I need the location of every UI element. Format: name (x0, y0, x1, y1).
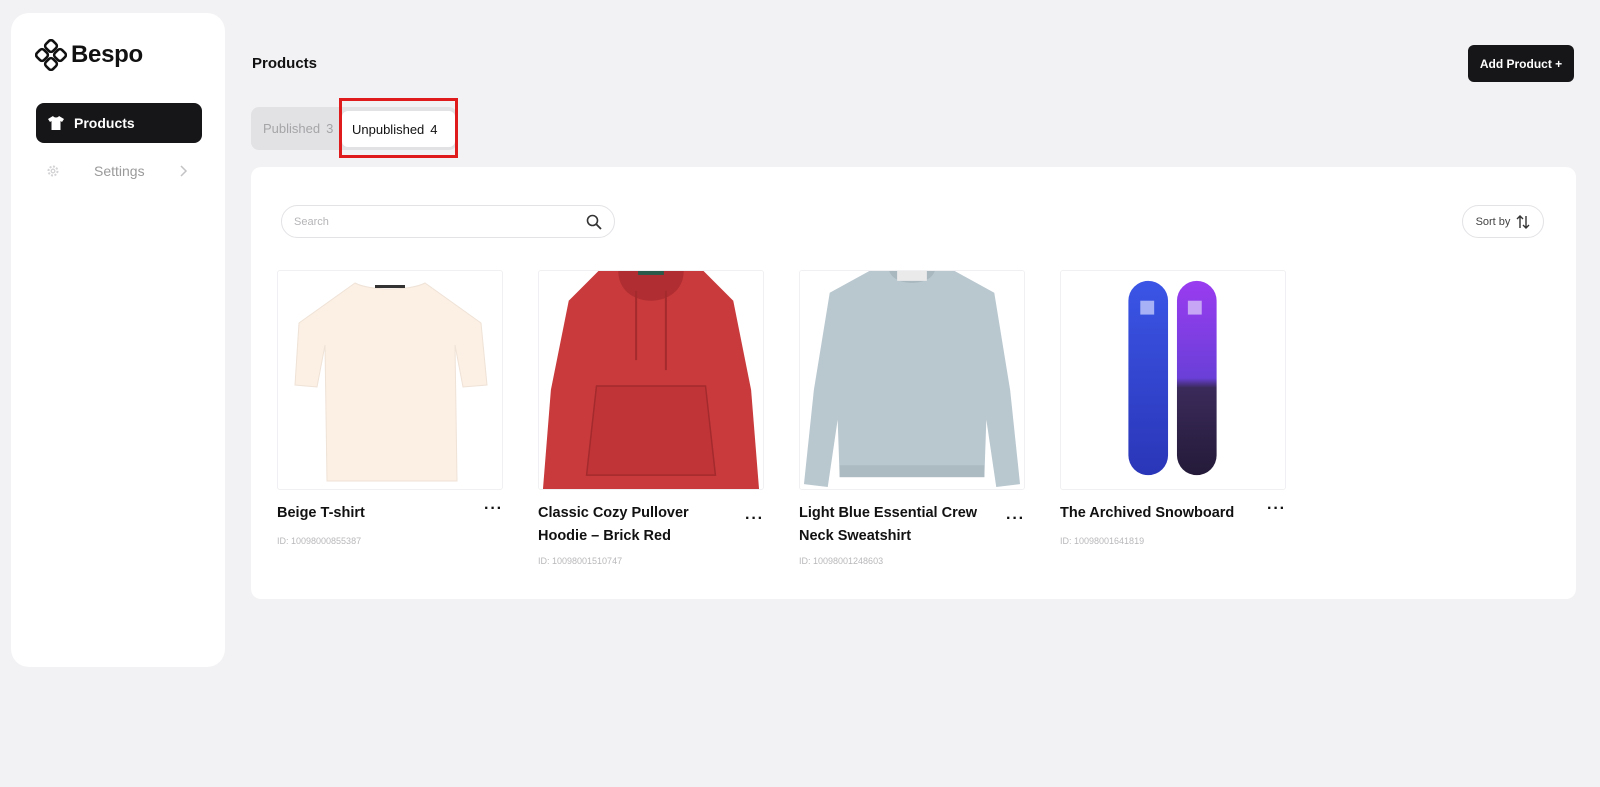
tab-count: 3 (326, 121, 334, 136)
search-input[interactable] (294, 215, 586, 228)
gear-icon (46, 164, 64, 178)
sort-arrows-icon (1516, 214, 1530, 229)
page-title: Products (252, 55, 318, 72)
search-box (281, 205, 615, 238)
product-title[interactable]: Light Blue Essential Crew Neck Sweatshir… (799, 502, 999, 548)
product-card[interactable]: Classic Cozy Pullover Hoodie – Brick Red… (538, 270, 766, 566)
sort-button[interactable]: Sort by (1462, 205, 1544, 238)
product-image-beige-tshirt (277, 270, 503, 490)
more-options-button[interactable]: ··· (1006, 510, 1025, 528)
tab-unpublished[interactable]: Unpublished 4 (342, 111, 455, 147)
bespo-logo-icon (35, 39, 67, 71)
product-card[interactable]: The Archived Snowboard ··· ID: 100980016… (1060, 270, 1288, 546)
more-options-button[interactable]: ··· (484, 500, 503, 518)
product-title[interactable]: Beige T-shirt (277, 502, 477, 525)
sidebar-item-label: Settings (94, 163, 145, 179)
product-title[interactable]: Classic Cozy Pullover Hoodie – Brick Red (538, 502, 738, 548)
chevron-right-icon (180, 165, 188, 177)
status-tabs: Published 3 Unpublished 4 (251, 107, 457, 150)
product-image-snowboards (1060, 270, 1286, 490)
product-card[interactable]: Light Blue Essential Crew Neck Sweatshir… (799, 270, 1027, 566)
add-product-button[interactable]: Add Product + (1468, 45, 1574, 82)
sidebar-item-products[interactable]: Products (36, 103, 202, 143)
sidebar-item-settings[interactable]: Settings (36, 157, 202, 185)
product-card[interactable]: Beige T-shirt ··· ID: 10098000855387 (277, 270, 505, 546)
product-id: ID: 10098001510747 (538, 556, 623, 566)
product-id: ID: 10098000855387 (277, 536, 362, 546)
sort-label: Sort by (1475, 215, 1511, 228)
brand-name: Bespo (71, 41, 143, 68)
more-options-button[interactable]: ··· (745, 510, 764, 528)
product-title[interactable]: The Archived Snowboard (1060, 502, 1260, 525)
tab-count: 4 (430, 121, 438, 137)
sidebar-item-label: Products (74, 115, 135, 131)
tab-published[interactable]: Published 3 (263, 107, 333, 150)
brand-logo[interactable]: Bespo (35, 39, 143, 71)
tshirt-icon (48, 116, 64, 130)
product-id: ID: 10098001641819 (1060, 536, 1145, 546)
product-id: ID: 10098001248603 (799, 556, 884, 566)
product-image-red-hoodie (538, 270, 764, 490)
tab-label: Unpublished (352, 121, 425, 137)
search-icon[interactable] (586, 214, 602, 230)
more-options-button[interactable]: ··· (1267, 500, 1286, 518)
products-panel: Sort by Beige T-shirt ··· ID: 1009800085… (251, 167, 1576, 599)
tab-label: Published (263, 121, 321, 136)
sidebar: Bespo Products Settings (11, 13, 225, 667)
product-image-blue-sweatshirt (799, 270, 1025, 490)
